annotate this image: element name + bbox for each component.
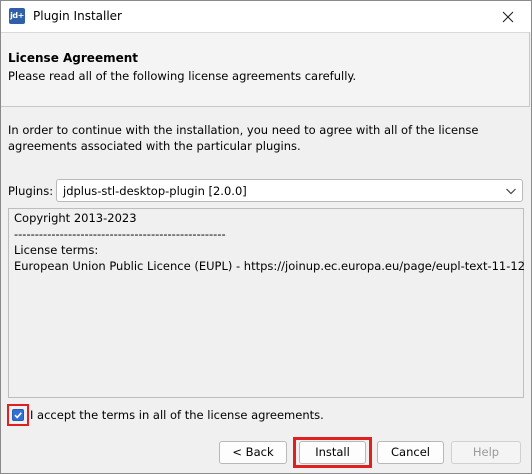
plugins-dropdown[interactable]: jdplus-stl-desktop-plugin [2.0.0]: [56, 179, 523, 202]
install-button[interactable]: Install: [299, 441, 366, 464]
accept-checkbox[interactable]: [12, 409, 24, 421]
chevron-down-icon: [506, 188, 516, 195]
help-button[interactable]: Help: [451, 441, 521, 464]
license-line-separator: ----------------------------------------…: [14, 227, 226, 241]
cancel-button[interactable]: Cancel: [377, 441, 444, 464]
license-text-area[interactable]: Copyright 2013-2023 --------------------…: [8, 208, 526, 398]
plugins-label: Plugins:: [8, 184, 54, 198]
window-title: Plugin Installer: [33, 9, 122, 23]
header-title: License Agreement: [8, 51, 139, 65]
plugins-selected-value: jdplus-stl-desktop-plugin [2.0.0]: [63, 184, 247, 198]
app-icon: jd+: [9, 8, 25, 24]
header-panel: License Agreement Please read all of the…: [1, 32, 530, 107]
intro-text: In order to continue with the installati…: [8, 123, 479, 153]
accept-checkbox-highlight: [7, 404, 29, 426]
license-line-terms-label: License terms:: [14, 243, 99, 257]
title-bar: jd+ Plugin Installer: [1, 1, 531, 32]
back-button[interactable]: < Back: [219, 441, 287, 464]
close-button[interactable]: [485, 1, 531, 32]
install-button-highlight: Install: [293, 437, 372, 468]
license-line-terms: European Union Public Licence (EUPL) - h…: [14, 259, 526, 273]
plugin-installer-window: jd+ Plugin Installer License Agreement P…: [0, 0, 532, 474]
license-line-copyright: Copyright 2013-2023: [14, 211, 137, 225]
check-icon: [14, 412, 22, 419]
header-subtitle: Please read all of the following license…: [8, 69, 357, 83]
accept-label[interactable]: I accept the terms in all of the license…: [30, 408, 324, 422]
close-icon: [502, 11, 514, 22]
